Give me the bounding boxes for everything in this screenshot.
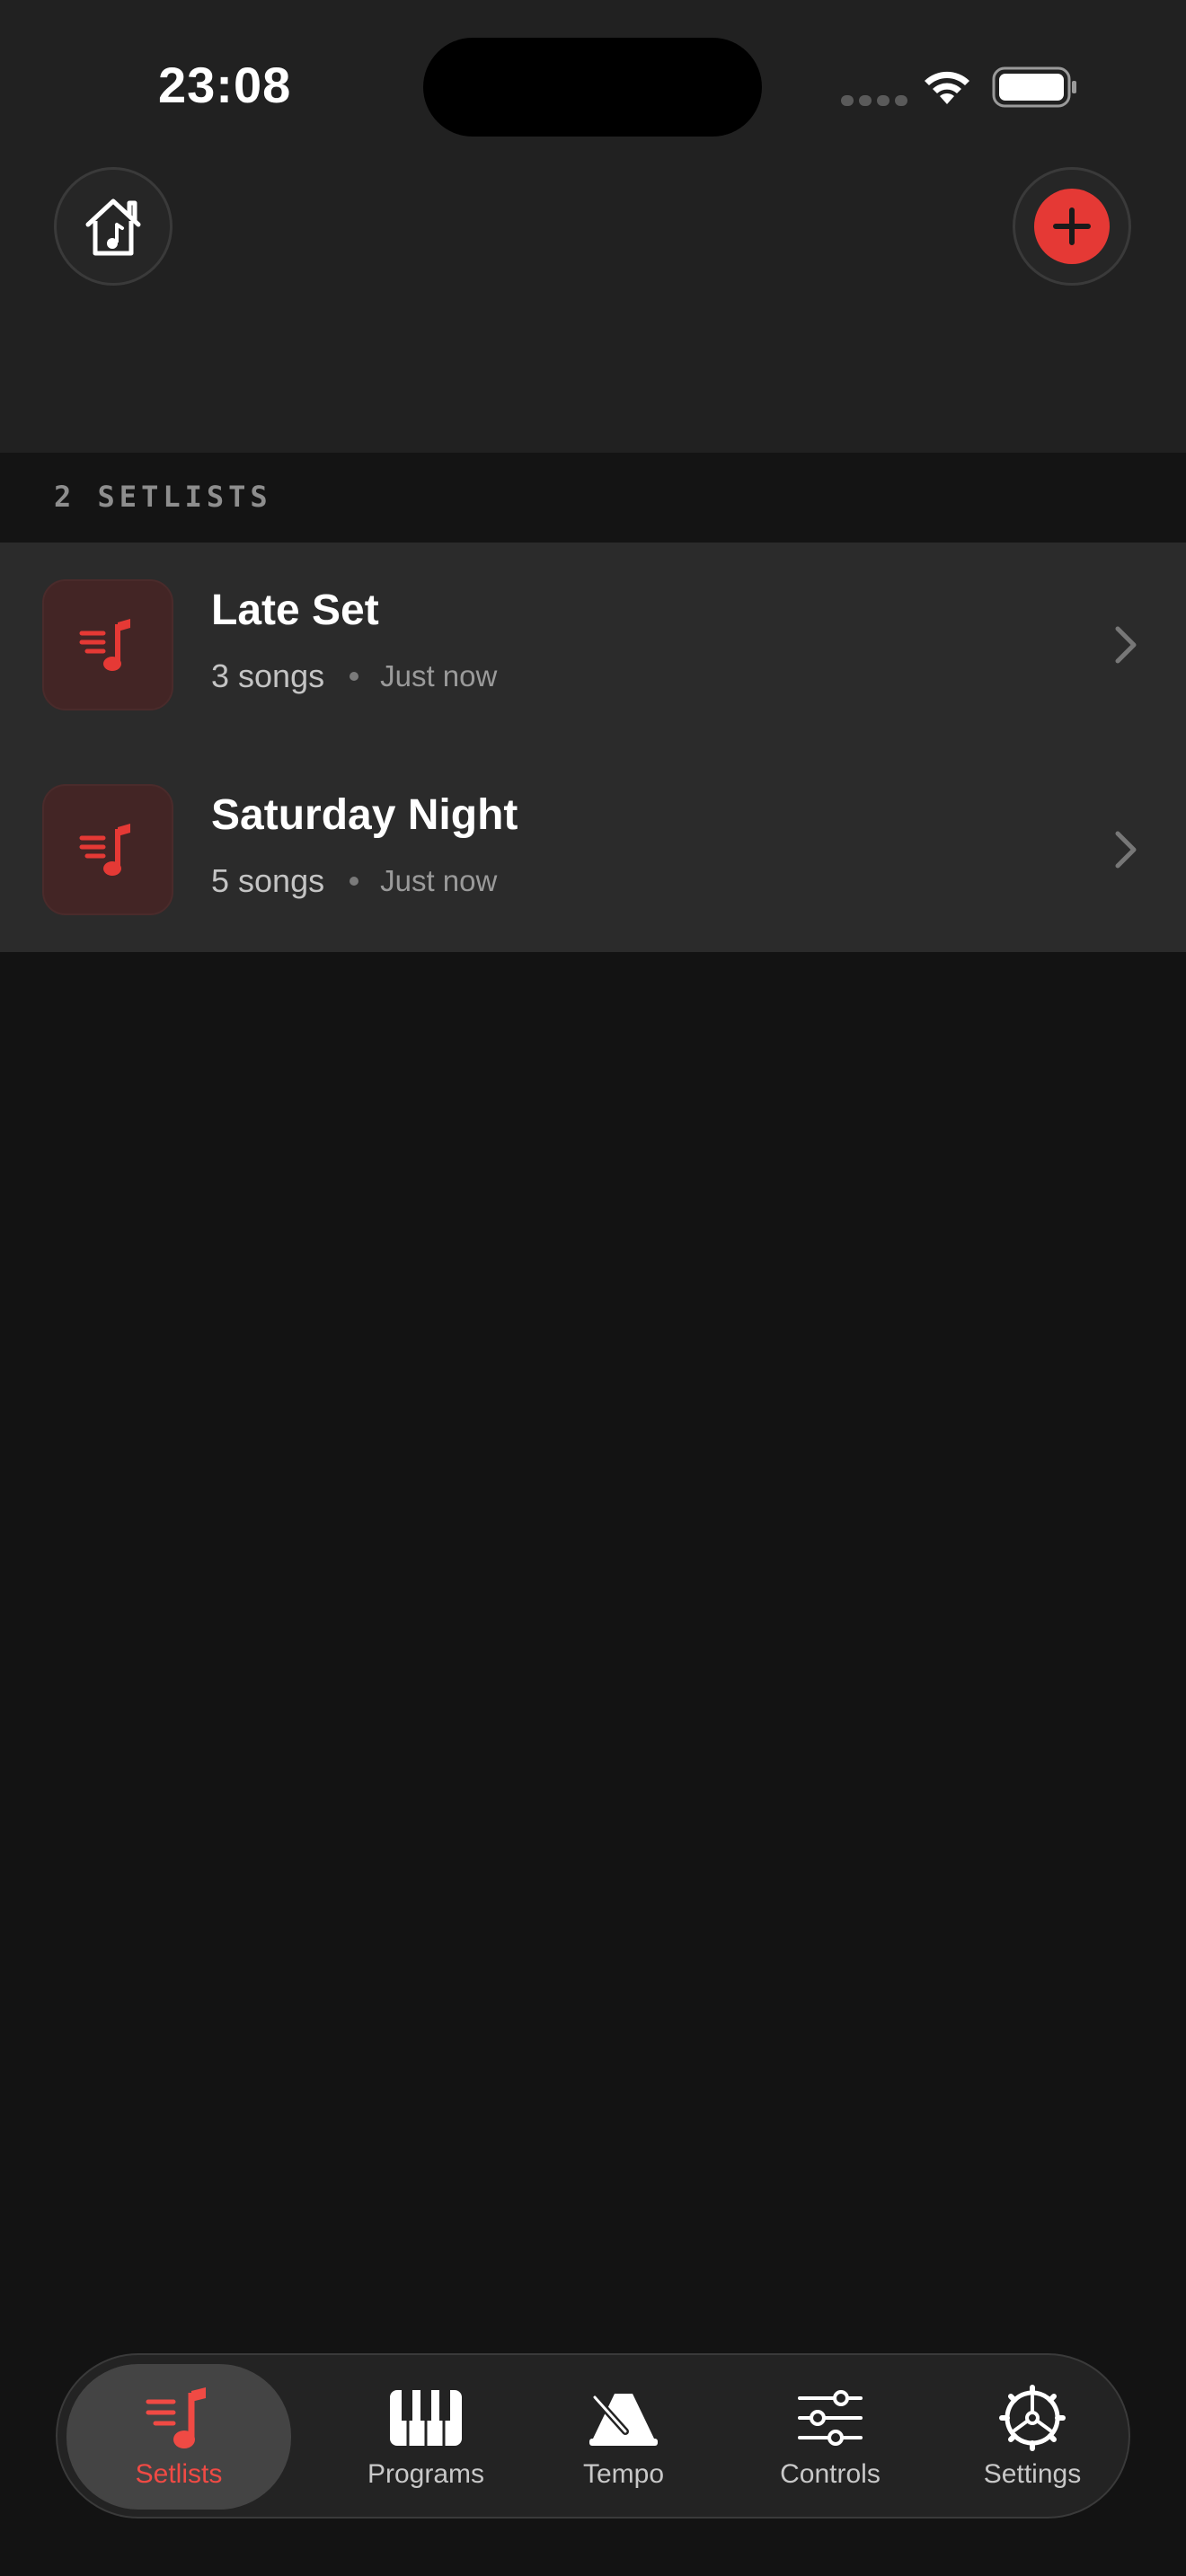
setlist-meta: 5 songs Just now — [211, 862, 497, 900]
battery-icon — [992, 66, 1076, 108]
tab-bar: Setlists Programs Tempo Controls Setting… — [56, 2353, 1130, 2519]
setlist-music-icon — [42, 579, 173, 710]
tab-tempo[interactable]: Tempo — [543, 2364, 704, 2510]
tab-label: Settings — [983, 2459, 1082, 2489]
sliders-icon — [796, 2386, 864, 2450]
tab-setlists[interactable]: Setlists — [66, 2364, 291, 2510]
tab-label: Controls — [780, 2459, 881, 2489]
add-setlist-button[interactable] — [1013, 167, 1131, 286]
song-count: 3 songs — [211, 657, 325, 694]
tab-settings[interactable]: Settings — [947, 2364, 1118, 2510]
tab-controls[interactable]: Controls — [740, 2364, 920, 2510]
setlist-meta: 3 songs Just now — [211, 657, 497, 695]
separator-dot — [350, 877, 359, 886]
plus-icon — [1034, 189, 1110, 264]
metronome-icon — [588, 2386, 659, 2450]
section-header: 2 SETLISTS — [0, 453, 1186, 543]
music-list-icon — [143, 2386, 215, 2450]
setlist-list: Late Set 3 songs Just now Saturday Night — [0, 543, 1186, 952]
header-area: 23:08 — [0, 0, 1186, 453]
chevron-right-icon — [1115, 626, 1137, 664]
separator-dot — [350, 672, 359, 681]
tab-label: Programs — [367, 2459, 485, 2489]
gear-icon — [998, 2385, 1067, 2451]
updated-time: Just now — [380, 659, 498, 693]
setlist-count-label: 2 SETLISTS — [54, 480, 272, 514]
screen: 23:08 2 SETLISTS Late Set 3 songs Just n… — [0, 0, 1186, 2576]
setlist-title: Late Set — [211, 587, 379, 634]
setlist-row[interactable]: Saturday Night 5 songs Just now — [0, 747, 1186, 952]
cellular-signal-icon — [841, 95, 907, 106]
dynamic-island — [423, 38, 762, 137]
chevron-right-icon — [1115, 831, 1137, 869]
home-button[interactable] — [54, 167, 173, 286]
tab-label: Setlists — [135, 2459, 223, 2489]
setlist-row[interactable]: Late Set 3 songs Just now — [0, 543, 1186, 747]
piano-keys-icon — [388, 2386, 464, 2450]
tab-programs[interactable]: Programs — [327, 2364, 525, 2510]
wifi-icon — [925, 71, 969, 104]
music-house-icon — [85, 198, 141, 256]
song-count: 5 songs — [211, 862, 325, 899]
setlist-music-icon — [42, 784, 173, 915]
updated-time: Just now — [380, 864, 498, 897]
status-time: 23:08 — [158, 57, 292, 113]
setlist-title: Saturday Night — [211, 791, 518, 839]
tab-label: Tempo — [582, 2459, 665, 2489]
